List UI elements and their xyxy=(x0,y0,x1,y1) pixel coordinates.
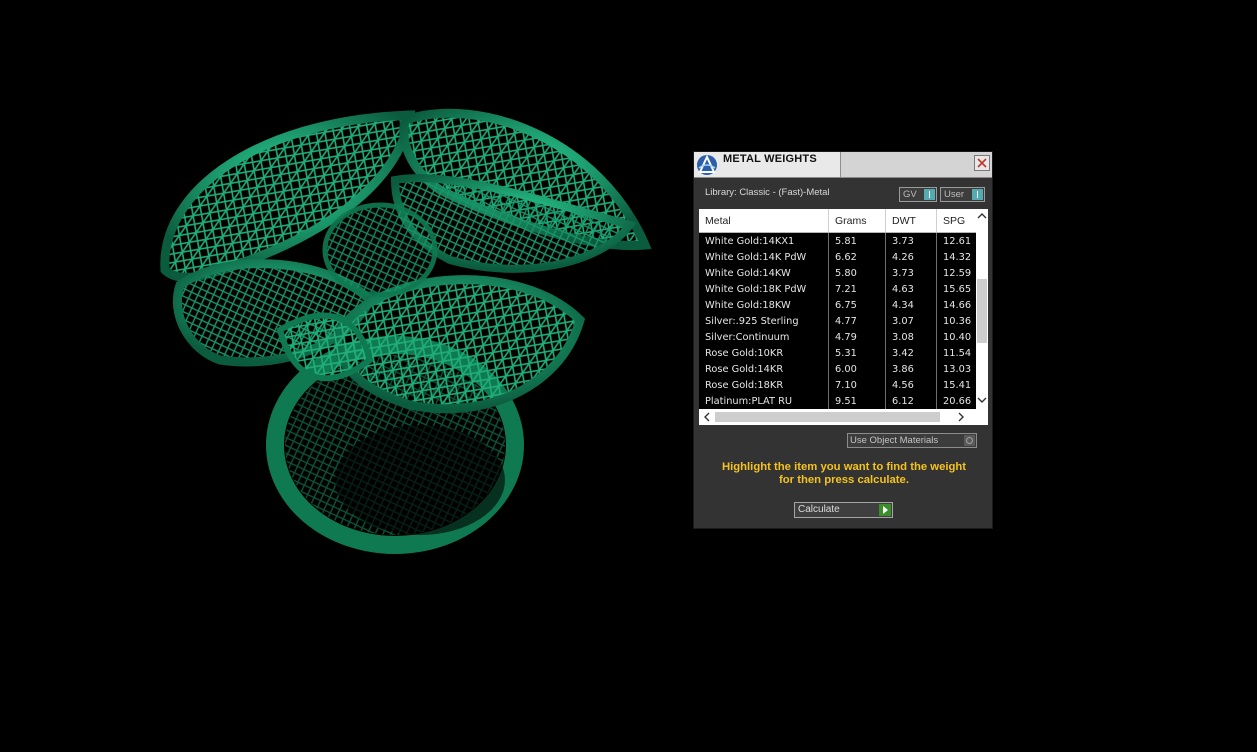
cell-spg: 13.03 xyxy=(943,364,972,375)
user-toggle-label: User xyxy=(944,189,965,200)
close-button[interactable] xyxy=(974,155,990,171)
table-row[interactable]: Silver:.925 Sterling 4.77 3.07 10.36 xyxy=(699,313,976,329)
title-tab: METAL WEIGHTS xyxy=(694,152,841,177)
table-row[interactable]: Platinum:PLAT RU 9.51 6.12 20.66 xyxy=(699,393,976,409)
use-object-materials-label: Use Object Materials xyxy=(850,435,939,446)
ring-model xyxy=(160,108,652,554)
cell-grams: 7.10 xyxy=(829,377,886,393)
window-title: METAL WEIGHTS xyxy=(723,153,817,165)
cell-grams: 5.81 xyxy=(829,233,886,249)
horizontal-scrollbar[interactable] xyxy=(699,409,988,425)
table-row[interactable]: Rose Gold:14KR 6.00 3.86 13.03 xyxy=(699,361,976,377)
toggle-switch-icon xyxy=(924,189,935,200)
cell-metal: Silver:Continuum xyxy=(699,329,829,345)
horizontal-scroll-thumb[interactable] xyxy=(715,412,940,422)
radio-icon xyxy=(964,435,975,446)
cell-grams: 5.31 xyxy=(829,345,886,361)
play-arrow-icon xyxy=(879,504,891,516)
cell-spg: 14.32 xyxy=(943,252,972,263)
table-row[interactable]: Rose Gold:18KR 7.10 4.56 15.41 xyxy=(699,377,976,393)
cell-dwt: 4.26 xyxy=(886,249,937,265)
close-icon xyxy=(977,158,987,168)
cell-metal: White Gold:14KW xyxy=(699,265,829,281)
toggle-switch-icon xyxy=(972,189,983,200)
cell-spg: 11.54 xyxy=(943,348,972,359)
cell-dwt: 3.73 xyxy=(886,265,937,281)
app-logo-icon xyxy=(697,154,717,175)
chevron-left-icon[interactable] xyxy=(701,411,713,423)
cell-metal: Platinum:PLAT RU xyxy=(699,393,829,409)
metal-weights-panel: METAL WEIGHTS Library: Classic - (Fast)-… xyxy=(693,151,993,529)
cell-dwt: 3.08 xyxy=(886,329,937,345)
cell-metal: Rose Gold:18KR xyxy=(699,377,829,393)
cell-dwt: 4.34 xyxy=(886,297,937,313)
instruction-text: Highlight the item you want to find the … xyxy=(706,461,982,487)
table-row[interactable]: White Gold:14K PdW 6.62 4.26 14.32 xyxy=(699,249,976,265)
metal-table[interactable]: Metal Grams DWT SPG White Gold:14KX1 5.8… xyxy=(699,209,988,425)
cell-dwt: 6.12 xyxy=(886,393,937,409)
column-header-dwt[interactable]: DWT xyxy=(886,209,937,232)
cell-grams: 6.00 xyxy=(829,361,886,377)
instruction-line-2: for then press calculate. xyxy=(779,474,909,486)
calculate-label: Calculate xyxy=(798,504,840,515)
cell-metal: White Gold:14K PdW xyxy=(699,249,829,265)
instruction-line-1: Highlight the item you want to find the … xyxy=(721,461,967,473)
cell-dwt: 3.86 xyxy=(886,361,937,377)
column-header-grams[interactable]: Grams xyxy=(829,209,886,232)
cell-dwt: 4.63 xyxy=(886,281,937,297)
cell-dwt: 3.42 xyxy=(886,345,937,361)
table-row[interactable]: White Gold:14KX1 5.81 3.73 12.61 xyxy=(699,233,976,249)
cell-grams: 4.79 xyxy=(829,329,886,345)
column-header-metal[interactable]: Metal xyxy=(699,209,829,232)
cell-spg: 20.66 xyxy=(943,396,972,407)
library-label: Library: Classic - (Fast)-Metal xyxy=(705,187,830,198)
cell-metal: White Gold:18K PdW xyxy=(699,281,829,297)
cell-spg: 15.65 xyxy=(943,284,972,295)
cell-dwt: 3.07 xyxy=(886,313,937,329)
cell-metal: Silver:.925 Sterling xyxy=(699,313,829,329)
cell-grams: 4.77 xyxy=(829,313,886,329)
table-row[interactable]: White Gold:18KW 6.75 4.34 14.66 xyxy=(699,297,976,313)
cell-spg: 10.40 xyxy=(943,332,972,343)
table-row[interactable]: White Gold:14KW 5.80 3.73 12.59 xyxy=(699,265,976,281)
cell-spg: 12.61 xyxy=(943,236,972,247)
table-row[interactable]: Silver:Continuum 4.79 3.08 10.40 xyxy=(699,329,976,345)
cell-grams: 6.75 xyxy=(829,297,886,313)
table-row[interactable]: White Gold:18K PdW 7.21 4.63 15.65 xyxy=(699,281,976,297)
cell-spg: 10.36 xyxy=(943,316,972,327)
cell-dwt: 4.56 xyxy=(886,377,937,393)
title-bar[interactable]: METAL WEIGHTS xyxy=(694,152,992,178)
user-toggle[interactable]: User xyxy=(940,187,985,202)
cell-metal: White Gold:14KX1 xyxy=(699,233,829,249)
cell-metal: Rose Gold:14KR xyxy=(699,361,829,377)
use-object-materials-toggle[interactable]: Use Object Materials xyxy=(847,433,977,448)
vertical-scrollbar[interactable] xyxy=(976,209,988,409)
gv-toggle-label: GV xyxy=(903,189,917,200)
3d-viewport[interactable] xyxy=(0,0,690,752)
gv-toggle[interactable]: GV xyxy=(899,187,937,202)
table-body: White Gold:14KX1 5.81 3.73 12.61 White G… xyxy=(699,233,976,409)
cell-metal: White Gold:18KW xyxy=(699,297,829,313)
cell-metal: Rose Gold:10KR xyxy=(699,345,829,361)
vertical-scroll-thumb[interactable] xyxy=(977,279,987,343)
cell-grams: 5.80 xyxy=(829,265,886,281)
cell-grams: 6.62 xyxy=(829,249,886,265)
chevron-up-icon[interactable] xyxy=(976,210,988,222)
cell-spg: 15.41 xyxy=(943,380,972,391)
cell-grams: 7.21 xyxy=(829,281,886,297)
cell-spg: 12.59 xyxy=(943,268,972,279)
column-header-spg[interactable]: SPG xyxy=(937,209,976,232)
cell-grams: 9.51 xyxy=(829,393,886,409)
chevron-right-icon[interactable] xyxy=(955,411,967,423)
table-row[interactable]: Rose Gold:10KR 5.31 3.42 11.54 xyxy=(699,345,976,361)
chevron-down-icon[interactable] xyxy=(976,394,988,406)
cell-spg: 14.66 xyxy=(943,300,972,311)
table-header: Metal Grams DWT SPG xyxy=(699,209,976,233)
cell-dwt: 3.73 xyxy=(886,233,937,249)
calculate-button[interactable]: Calculate xyxy=(794,502,893,518)
